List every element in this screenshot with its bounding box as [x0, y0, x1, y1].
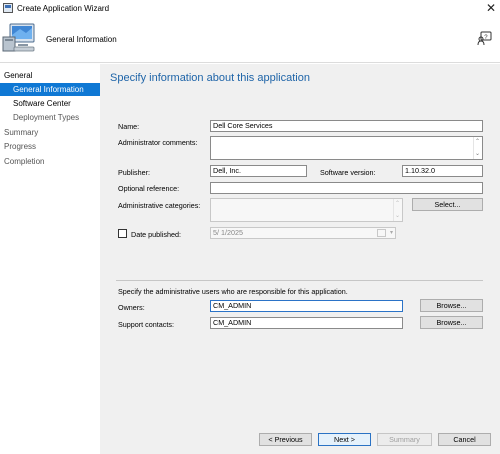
publisher-field[interactable]: Dell, Inc.: [210, 165, 307, 177]
nav-completion[interactable]: Completion: [4, 155, 44, 168]
scroll-down-icon[interactable]: ⌄: [475, 151, 480, 157]
wizard-header: General Information ?: [0, 17, 500, 63]
cancel-button[interactable]: Cancel: [438, 433, 491, 446]
name-label: Name:: [118, 122, 140, 131]
summary-button: Summary: [377, 433, 432, 446]
date-published-value: 5/ 1/2025: [213, 228, 243, 237]
scroll-up-icon[interactable]: ⌃: [475, 139, 480, 145]
date-published-picker: 5/ 1/2025 ▾: [210, 227, 396, 239]
nav-general-information[interactable]: General Information: [0, 83, 100, 96]
title-bar: Create Application Wizard ✕: [0, 0, 500, 17]
nav-general[interactable]: General: [4, 69, 32, 82]
scroll-down-icon: ⌄: [395, 213, 401, 219]
owners-field[interactable]: CM_ADMIN: [210, 300, 403, 312]
optional-reference-field[interactable]: [210, 182, 483, 194]
chevron-down-icon: ▾: [389, 230, 393, 236]
nav-software-center[interactable]: Software Center: [13, 97, 71, 110]
nav-progress[interactable]: Progress: [4, 140, 36, 153]
section-divider: [116, 280, 483, 281]
help-person-icon[interactable]: ?: [477, 30, 493, 46]
nav-summary[interactable]: Summary: [4, 126, 38, 139]
administrator-comments-field[interactable]: ⌃ ⌄: [210, 136, 483, 160]
software-version-field[interactable]: 1.10.32.0: [402, 165, 483, 177]
administrative-categories-list: ⌃ ⌄: [210, 198, 403, 222]
calendar-icon: [377, 229, 386, 237]
comments-scrollbar[interactable]: ⌃ ⌄: [473, 137, 482, 159]
date-published-label: Date published:: [131, 230, 181, 239]
name-field[interactable]: Dell Core Services: [210, 120, 483, 132]
select-categories-button[interactable]: Select...: [412, 198, 483, 211]
close-icon[interactable]: ✕: [486, 0, 496, 16]
owners-label: Owners:: [118, 303, 145, 312]
date-published-checkbox[interactable]: [118, 229, 127, 238]
window-title: Create Application Wizard: [17, 4, 110, 13]
owners-browse-button[interactable]: Browse...: [420, 299, 483, 312]
publisher-label: Publisher:: [118, 168, 150, 177]
administrator-comments-label: Administrator comments:: [118, 138, 198, 147]
software-version-label: Software version:: [320, 168, 376, 177]
page-heading: Specify information about this applicati…: [110, 72, 310, 84]
scroll-up-icon: ⌃: [395, 201, 401, 207]
computer-icon: [2, 23, 35, 52]
wizard-content: Specify information about this applicati…: [100, 64, 500, 454]
administrative-categories-label: Administrative categories:: [118, 201, 201, 210]
next-button[interactable]: Next >: [318, 433, 371, 446]
nav-deployment-types[interactable]: Deployment Types: [13, 111, 79, 124]
support-contacts-label: Support contacts:: [118, 320, 174, 329]
support-contacts-field[interactable]: CM_ADMIN: [210, 317, 403, 329]
categories-scrollbar: ⌃ ⌄: [393, 199, 402, 221]
previous-button[interactable]: < Previous: [259, 433, 312, 446]
optional-reference-label: Optional reference:: [118, 184, 180, 193]
step-title: General Information: [46, 35, 117, 44]
wizard-nav: General General Information Software Cen…: [0, 64, 100, 454]
wizard-app-icon: [3, 3, 13, 13]
support-contacts-browse-button[interactable]: Browse...: [420, 316, 483, 329]
responsible-users-description: Specify the administrative users who are…: [118, 287, 348, 296]
